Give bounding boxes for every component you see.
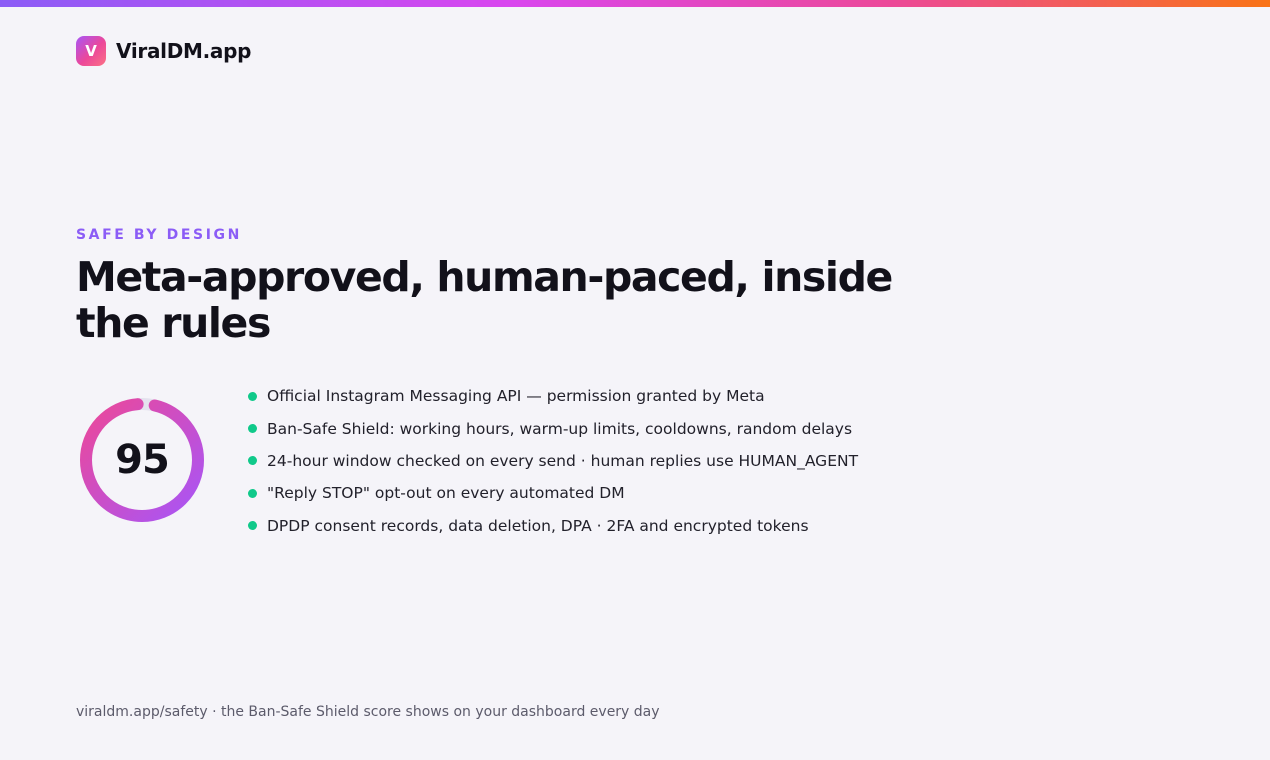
brand-name: ViralDM.app (116, 39, 252, 63)
bullet-dot-icon (248, 521, 257, 531)
score-value: 95 (115, 437, 170, 483)
bullet-dot-icon (248, 488, 257, 498)
bullet-dot-icon (248, 391, 257, 401)
brand[interactable]: V ViralDM.app (76, 36, 251, 66)
section-eyebrow: SAFE BY DESIGN (76, 227, 242, 243)
feature-text: DPDP consent records, data deletion, DPA… (267, 516, 809, 535)
feature-text: Ban-Safe Shield: working hours, warm-up … (267, 419, 853, 438)
bullet-dot-icon (248, 424, 257, 434)
brand-logo-icon: V (76, 36, 106, 66)
list-item: 24-hour window checked on every send · h… (248, 445, 858, 477)
list-item: Official Instagram Messaging API — permi… (248, 380, 858, 412)
feature-text: "Reply STOP" opt-out on every automated … (267, 484, 625, 503)
list-item: DPDP consent records, data deletion, DPA… (248, 510, 858, 542)
page-headline: Meta-approved, human-paced, inside the r… (76, 253, 893, 347)
feature-list: Official Instagram Messaging API — permi… (248, 380, 858, 542)
bullet-dot-icon (248, 456, 257, 466)
feature-text: Official Instagram Messaging API — permi… (267, 387, 765, 406)
list-item: Ban-Safe Shield: working hours, warm-up … (248, 412, 858, 444)
feature-text: 24-hour window checked on every send · h… (267, 451, 859, 470)
top-gradient-bar (0, 0, 1270, 7)
list-item: "Reply STOP" opt-out on every automated … (248, 477, 858, 509)
footer-note[interactable]: viraldm.app/safety · the Ban-Safe Shield… (76, 704, 660, 720)
